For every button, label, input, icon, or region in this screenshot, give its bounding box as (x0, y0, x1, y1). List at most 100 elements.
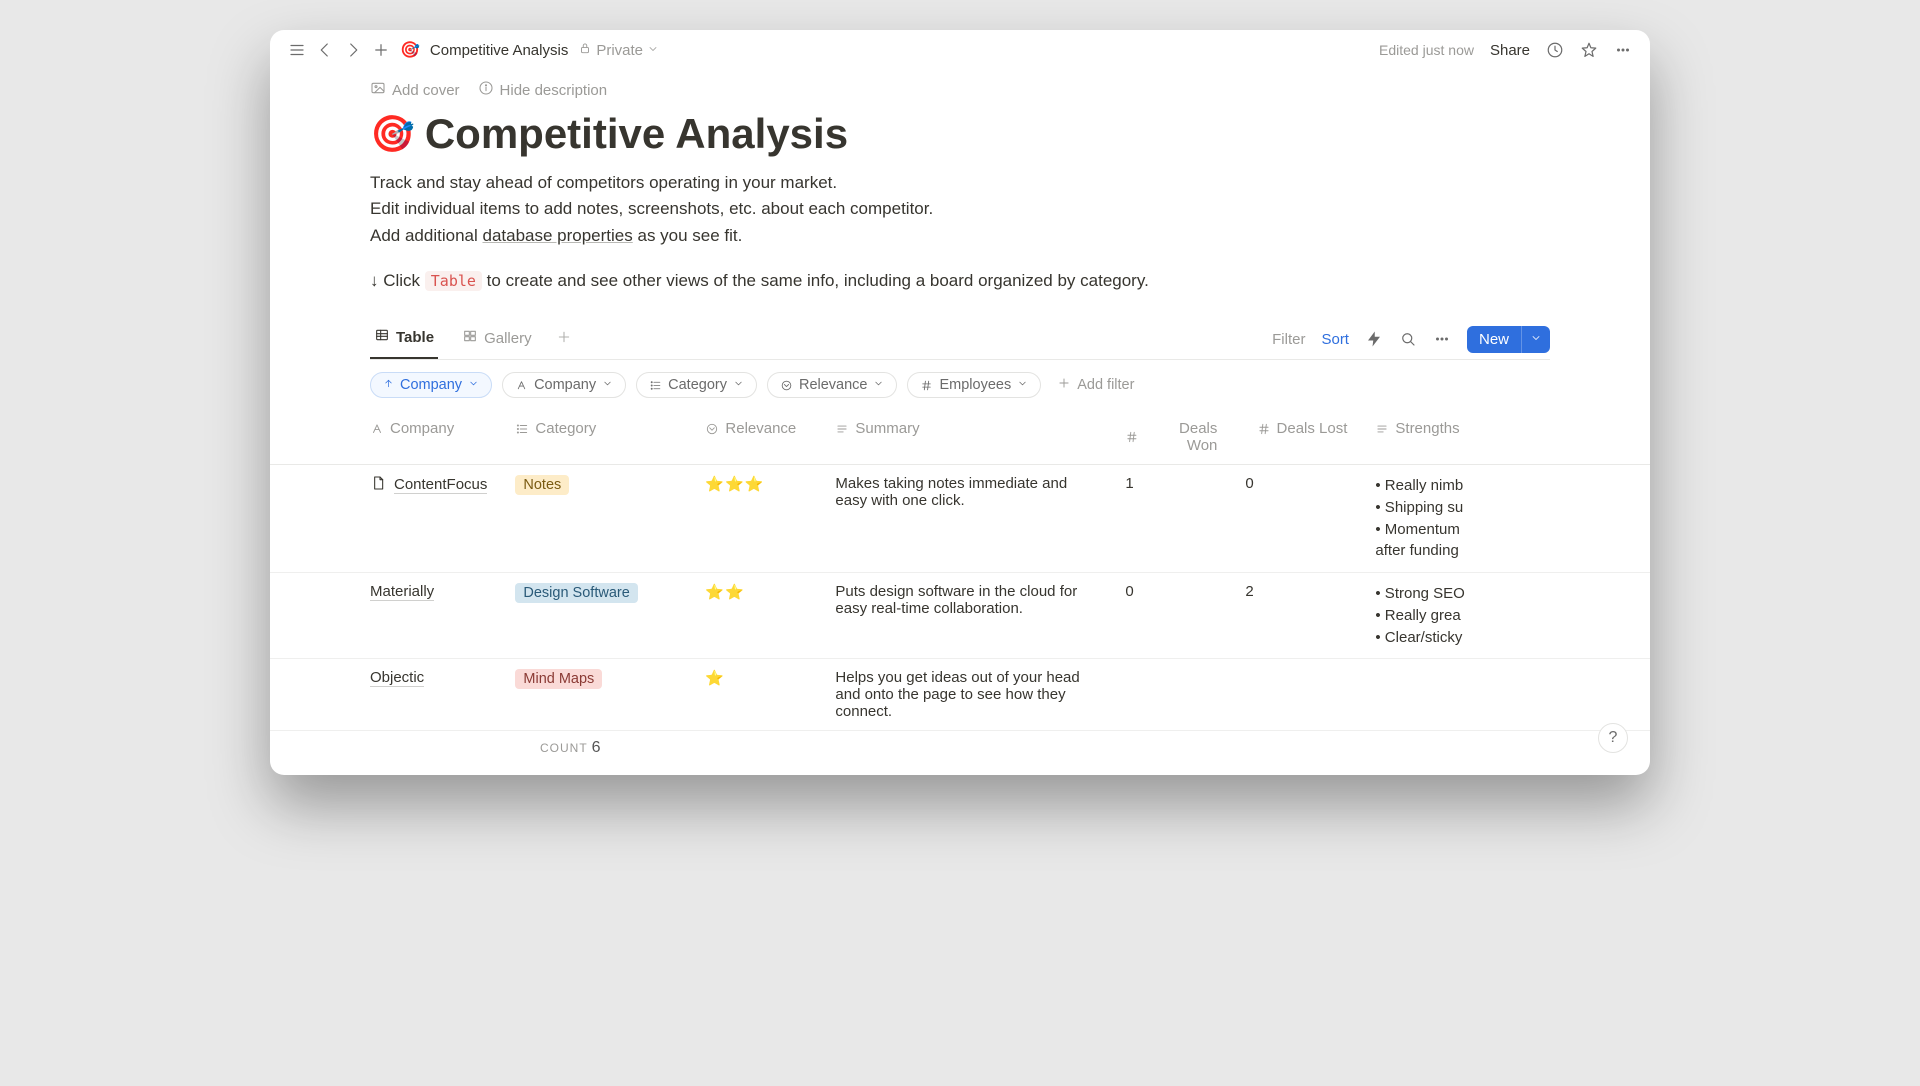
back-icon[interactable] (316, 41, 334, 59)
arrow-up-icon (383, 377, 394, 393)
pill-label: Category (668, 377, 727, 393)
menu-icon[interactable] (288, 41, 306, 59)
table-row[interactable]: ContentFocus Notes ⭐⭐⭐ Makes taking note… (270, 465, 1650, 573)
col-category[interactable]: Category (501, 410, 691, 465)
count-value: 6 (592, 739, 601, 756)
deals-won-cell (1111, 659, 1231, 731)
add-page-icon[interactable] (372, 41, 390, 59)
pill-label: Employees (939, 377, 1011, 393)
summary-cell: Puts design software in the cloud for ea… (821, 573, 1111, 659)
pill-label: Relevance (799, 377, 868, 393)
automation-icon[interactable] (1365, 330, 1383, 348)
deals-won-cell: 1 (1111, 465, 1231, 573)
tab-table[interactable]: Table (370, 319, 438, 359)
company-cell[interactable]: Objectic (370, 669, 487, 687)
lock-icon (578, 41, 592, 59)
tab-gallery[interactable]: Gallery (458, 320, 536, 358)
chevron-down-icon (1017, 377, 1028, 393)
breadcrumb-emoji: 🎯 (400, 40, 420, 60)
view-tabs: Table Gallery Filter Sort New (370, 319, 1550, 360)
strengths-cell: • Really nimb• Shipping su• Momentumafte… (1361, 465, 1650, 573)
table-header-row: Company Category Relevance Summary Deals… (270, 410, 1650, 465)
page-icon (370, 475, 386, 495)
col-relevance[interactable]: Relevance (691, 410, 821, 465)
relevance-stars: ⭐⭐ (705, 584, 744, 601)
desc-text: Add additional (370, 226, 482, 245)
col-deals-won[interactable]: Deals Won (1111, 410, 1231, 465)
page-emoji[interactable]: 🎯 (370, 113, 415, 155)
chevron-down-icon (647, 42, 659, 59)
filter-button[interactable]: Filter (1272, 331, 1305, 348)
table-row[interactable]: Objectic Mind Maps ⭐ Helps you get ideas… (270, 659, 1650, 731)
category-tag: Mind Maps (515, 669, 602, 689)
chevron-down-icon (733, 377, 744, 393)
category-tag: Notes (515, 475, 569, 495)
col-summary[interactable]: Summary (821, 410, 1111, 465)
table-row[interactable]: Materially Design Software ⭐⭐ Puts desig… (270, 573, 1650, 659)
app-window: 🎯 Competitive Analysis Private Edited ju… (270, 30, 1650, 775)
sort-button[interactable]: Sort (1321, 331, 1349, 348)
hide-description-label: Hide description (500, 82, 608, 99)
filter-pill-employees[interactable]: Employees (907, 372, 1041, 398)
add-filter-label: Add filter (1077, 377, 1134, 393)
hint-part: ↓ Click (370, 271, 425, 290)
strengths-cell (1361, 659, 1650, 731)
deals-won-cell: 0 (1111, 573, 1231, 659)
deals-lost-cell: 0 (1231, 465, 1361, 573)
company-cell[interactable]: ContentFocus (370, 475, 487, 495)
search-icon[interactable] (1399, 330, 1417, 348)
new-button[interactable]: New (1467, 326, 1550, 353)
summary-cell: Makes taking notes immediate and easy wi… (821, 465, 1111, 573)
relevance-stars: ⭐⭐⭐ (705, 476, 764, 493)
filter-pill-relevance[interactable]: Relevance (767, 372, 898, 398)
hint-part: to create and see other views of the sam… (487, 271, 1149, 290)
new-dropdown[interactable] (1521, 326, 1550, 353)
info-icon (478, 80, 494, 100)
chevron-down-icon (873, 377, 884, 393)
hint-code: Table (425, 271, 482, 291)
sort-pill-company[interactable]: Company (370, 372, 492, 398)
chevron-down-icon (602, 377, 613, 393)
updates-icon[interactable] (1546, 41, 1564, 59)
more-icon[interactable] (1614, 41, 1632, 59)
privacy-toggle[interactable]: Private (578, 41, 659, 59)
count-label: COUNT (540, 741, 588, 755)
filter-pill-company[interactable]: Company (502, 372, 626, 398)
count-row: COUNT 6 (270, 731, 1650, 776)
plus-icon (1057, 376, 1071, 394)
number-icon (920, 379, 933, 392)
tab-label: Gallery (484, 330, 532, 347)
company-cell[interactable]: Materially (370, 583, 487, 601)
gallery-icon (462, 328, 478, 348)
desc-line: Track and stay ahead of competitors oper… (370, 170, 1550, 196)
favorite-icon[interactable] (1580, 41, 1598, 59)
category-tag: Design Software (515, 583, 637, 603)
add-cover-button[interactable]: Add cover (370, 80, 460, 100)
add-view-button[interactable] (556, 329, 572, 350)
hint-text: ↓ Click Table to create and see other vi… (370, 271, 1550, 291)
forward-icon[interactable] (344, 41, 362, 59)
desc-line: Edit individual items to add notes, scre… (370, 196, 1550, 222)
share-button[interactable]: Share (1490, 42, 1530, 59)
add-cover-label: Add cover (392, 82, 460, 99)
database-properties-link[interactable]: database properties (482, 226, 632, 245)
chevron-down-icon (468, 377, 479, 393)
col-company[interactable]: Company (270, 410, 501, 465)
strengths-cell: • Strong SEO• Really grea• Clear/sticky (1361, 573, 1650, 659)
page-description[interactable]: Track and stay ahead of competitors oper… (370, 170, 1550, 249)
col-strengths[interactable]: Strengths (1361, 410, 1650, 465)
page-title[interactable]: Competitive Analysis (425, 110, 848, 158)
deals-lost-cell: 2 (1231, 573, 1361, 659)
filter-bar: Company Company Category Relevance Emplo (370, 360, 1550, 410)
pill-label: Company (534, 377, 596, 393)
col-deals-lost[interactable]: Deals Lost (1231, 410, 1361, 465)
hide-description-button[interactable]: Hide description (478, 80, 608, 100)
desc-text: as you see fit. (633, 226, 743, 245)
list-icon (649, 379, 662, 392)
more-options-icon[interactable] (1433, 330, 1451, 348)
breadcrumb-title[interactable]: Competitive Analysis (430, 42, 568, 59)
add-filter-button[interactable]: Add filter (1057, 376, 1134, 394)
image-icon (370, 80, 386, 100)
filter-pill-category[interactable]: Category (636, 372, 757, 398)
tab-label: Table (396, 329, 434, 346)
